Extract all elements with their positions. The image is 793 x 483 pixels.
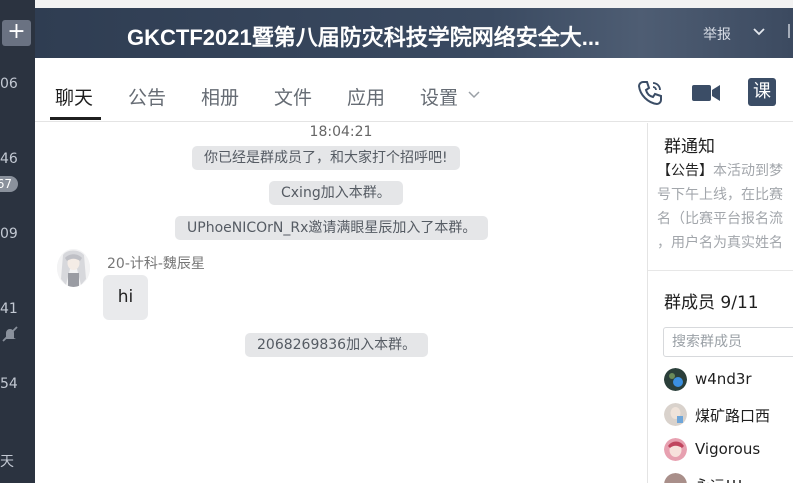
member-name: w4nd3r [695,370,752,388]
tab-settings[interactable]: 设置 [420,83,458,110]
message-timestamp: 18:04:21 [309,124,373,140]
header-edge-icon [788,24,790,38]
notice-line: 名（比赛平台报名流 [657,211,783,227]
member-avatar [664,368,687,391]
qq-group-chat-window: + 06 46 67 09 41 54 天 GKCTF2021暨第八届防灾科技学… [0,0,793,483]
notice-line: 号下午上线，在比赛 [657,187,783,203]
active-tab-indicator [50,117,101,120]
group-info-panel: 群通知 【公告】本活动到梦 号下午上线，在比赛 名（比赛平台报名流 ，用户名为真… [647,123,793,483]
tab-files[interactable]: 文件 [274,83,312,110]
member-avatar [664,403,687,426]
message-area: 18:04:21 你已经是群成员了，和大家打个招呼吧! Cxing加入本群。 U… [35,123,647,483]
tab-chat[interactable]: 聊天 [55,83,93,110]
chat-list-time: 天 [0,454,14,470]
phone-icon[interactable] [635,78,665,108]
member-name: 永远!!! [695,475,743,483]
group-title: GKCTF2021暨第八届防灾科技学院网络安全大... [127,25,601,50]
system-message: 2068269836加入本群。 [245,333,429,357]
group-notice-content[interactable]: 【公告】本活动到梦 号下午上线，在比赛 名（比赛平台报名流 ，用户名为真实姓名 [657,159,793,259]
members-title: 群成员 9/11 [664,293,759,313]
video-icon[interactable] [691,78,721,108]
tab-album[interactable]: 相册 [201,83,239,110]
chat-list-time: 54 [0,376,18,392]
member-name: 煤矿路口西 [695,407,771,425]
chat-list-time: 41 [0,301,18,317]
chat-list-time: 06 [0,76,18,92]
settings-chevron-icon[interactable] [468,90,480,100]
tab-apps[interactable]: 应用 [347,83,385,110]
unread-badge: 67 [0,176,18,192]
panel-divider [648,270,793,271]
tab-bar: 聊天 公告 相册 文件 应用 设置 课 [35,58,793,122]
system-message: UPhoeNICOrN_Rx邀请满眼星辰加入了本群。 [175,216,489,240]
system-message: Cxing加入本群。 [269,181,403,205]
class-icon[interactable]: 课 [748,78,776,106]
window-top-edge [35,0,793,8]
notice-prefix: 【公告】 [657,163,713,179]
system-message: 你已经是群成员了，和大家打个招呼吧! [192,146,460,170]
group-notice-title: 群通知 [664,137,715,157]
report-button[interactable]: 举报 [703,24,731,44]
tab-announcements[interactable]: 公告 [128,83,166,110]
message-bubble[interactable]: hi [103,275,148,320]
member-avatar [664,438,687,461]
add-button[interactable]: + [2,20,31,46]
chat-list-time: 46 [0,151,18,167]
chat-list-time: 09 [0,226,18,242]
member-search-input[interactable]: 搜索群成员 [663,327,793,357]
notice-line: 本活动到梦 [713,163,783,179]
sender-avatar[interactable] [57,249,90,287]
chevron-down-icon[interactable] [751,24,767,40]
member-avatar [664,473,687,483]
sender-name: 20-计科-魏辰星 [107,256,205,272]
chat-header: GKCTF2021暨第八届防灾科技学院网络安全大... 举报 [35,8,793,58]
chat-list-sidebar: + 06 46 67 09 41 54 天 [0,0,35,483]
mute-bell-icon [2,326,18,342]
notice-line: ，用户名为真实姓名 [657,235,783,251]
member-name: Vigorous [695,440,761,458]
